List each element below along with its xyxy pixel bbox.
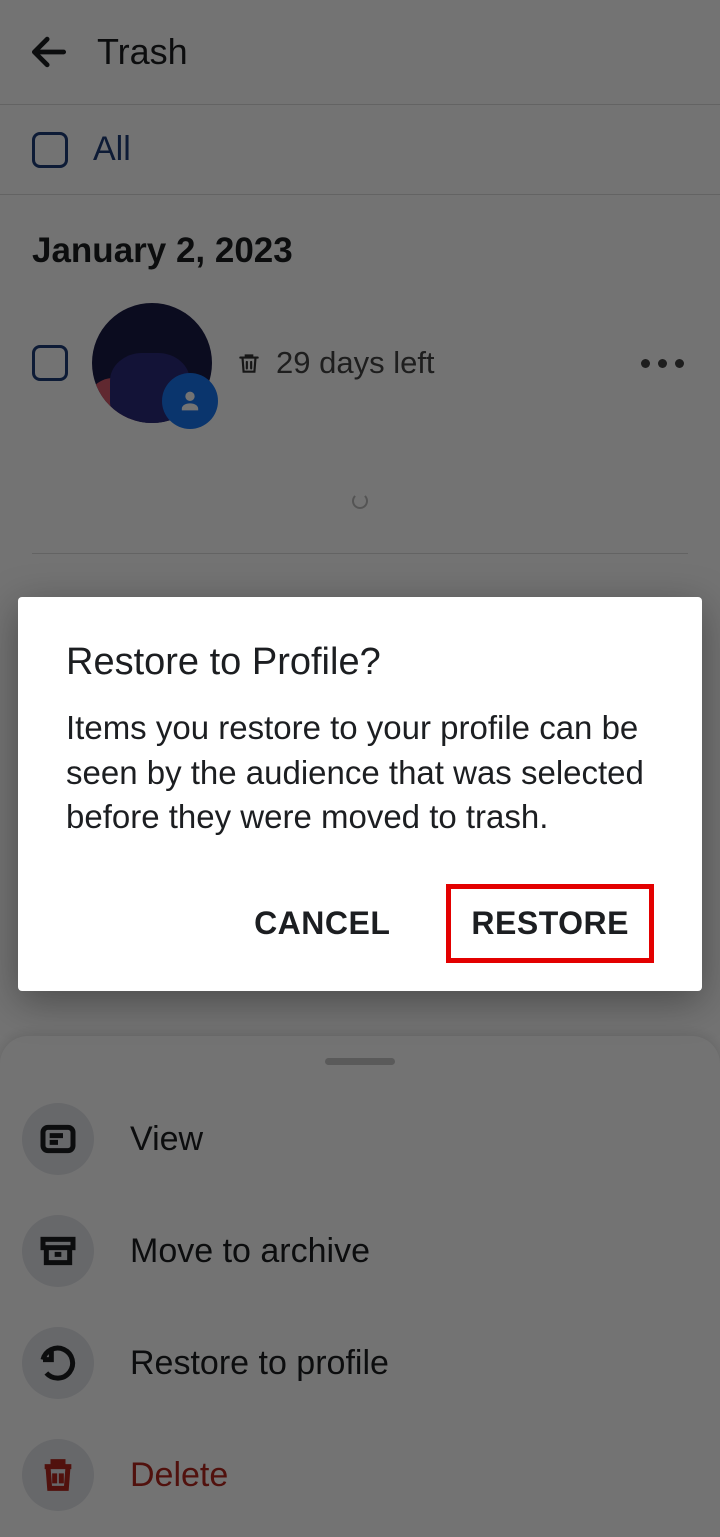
trash-screen: Trash All January 2, 2023 29 days left [0, 0, 720, 1537]
dialog-actions: CANCEL RESTORE [66, 884, 654, 963]
restore-button[interactable]: RESTORE [451, 889, 649, 958]
highlight-annotation: RESTORE [446, 884, 654, 963]
dialog-title: Restore to Profile? [66, 641, 654, 684]
cancel-button[interactable]: CANCEL [234, 889, 410, 958]
restore-dialog: Restore to Profile? Items you restore to… [18, 597, 702, 991]
dialog-body: Items you restore to your profile can be… [66, 706, 654, 840]
